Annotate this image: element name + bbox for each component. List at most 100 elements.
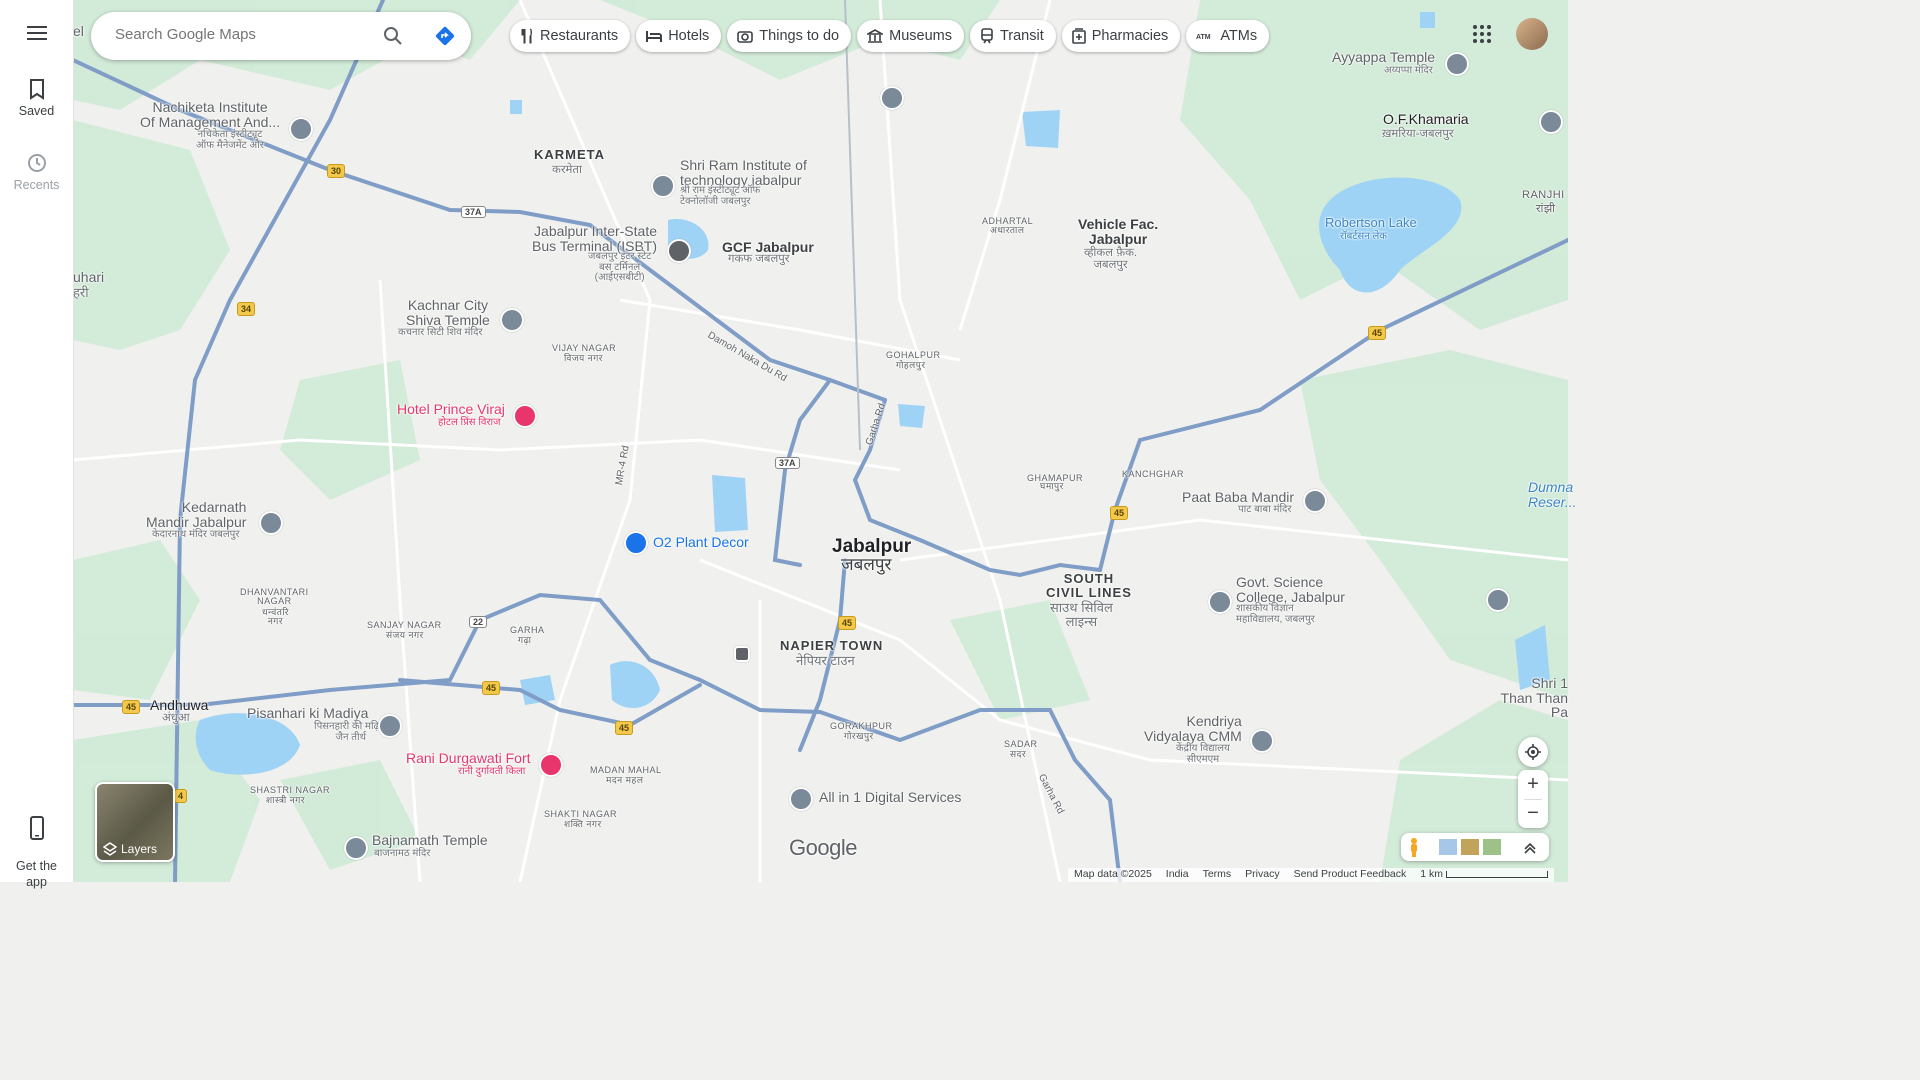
highway-shield: 30 bbox=[327, 164, 346, 178]
label-ghamapur-hi: घमापुर bbox=[1040, 481, 1064, 491]
chip-transit[interactable]: Transit bbox=[969, 20, 1056, 52]
label-robertson[interactable]: Robertson Lake bbox=[1325, 216, 1417, 230]
label-isbt[interactable]: Jabalpur Inter-State Bus Terminal (ISBT) bbox=[532, 224, 657, 254]
train-icon bbox=[981, 28, 993, 44]
avatar[interactable] bbox=[1516, 18, 1548, 50]
fort-pin-icon[interactable] bbox=[539, 753, 563, 777]
hamburger-menu-icon bbox=[26, 26, 47, 40]
label-all-in-1[interactable]: All in 1 Digital Services bbox=[819, 790, 961, 805]
label-bharthari-hi: हरी bbox=[73, 285, 89, 300]
shop-pin-icon[interactable] bbox=[624, 531, 648, 555]
my-location-button[interactable] bbox=[1518, 737, 1548, 767]
temple-pin-icon[interactable] bbox=[500, 308, 524, 332]
phone-icon bbox=[29, 815, 44, 840]
bed-icon bbox=[646, 31, 663, 42]
chip-museums[interactable]: Museums bbox=[857, 20, 964, 52]
label-paat-baba[interactable]: Paat Baba Mandir bbox=[1182, 490, 1294, 505]
scale-label[interactable]: 1 km bbox=[1420, 868, 1548, 882]
pharmacy-icon bbox=[1071, 28, 1086, 44]
highway-shield: 22 bbox=[469, 616, 488, 628]
school-pin-icon[interactable] bbox=[1539, 110, 1563, 134]
label-dumna[interactable]: Dumna Reser... bbox=[1528, 480, 1577, 510]
get-app-button[interactable]: Get the app bbox=[0, 800, 73, 891]
map-thumb-traffic[interactable] bbox=[1483, 839, 1501, 855]
label-kendriya[interactable]: Kendriya Vidyalaya CMM bbox=[1144, 714, 1242, 744]
layers-button[interactable]: Layers bbox=[95, 782, 175, 862]
google-logo: Google bbox=[789, 835, 857, 860]
highway-shield: 45 bbox=[1110, 506, 1129, 520]
school-pin-icon[interactable] bbox=[651, 174, 675, 198]
label-govt-science-hi: शासकीय विज्ञान महाविद्यालय, जबलपुर bbox=[1236, 603, 1315, 625]
label-kedarnath[interactable]: Kedarnath Mandir Jabalpur bbox=[146, 500, 246, 530]
saved-button[interactable]: Saved bbox=[0, 78, 73, 118]
temple-pin-icon[interactable] bbox=[344, 836, 368, 860]
label-nachiketa[interactable]: Nachiketa Institute Of Management And... bbox=[140, 100, 280, 130]
label-hotel-prince[interactable]: Hotel Prince Viraj bbox=[397, 402, 505, 417]
label-napier-town: NAPIER TOWN bbox=[780, 638, 884, 653]
label-ayyappa[interactable]: Ayyappa Temple bbox=[1332, 50, 1435, 65]
map-thumb-satellite[interactable] bbox=[1461, 839, 1479, 855]
directions-icon bbox=[435, 26, 455, 46]
bus-terminal-pin-icon[interactable] bbox=[667, 239, 691, 263]
label-madan-mahal-hi: मदन महल bbox=[606, 775, 644, 785]
my-location-icon bbox=[1525, 744, 1541, 760]
recents-button[interactable]: Recents bbox=[0, 152, 73, 192]
feedback-link[interactable]: Send Product Feedback bbox=[1294, 868, 1407, 882]
chip-label: Transit bbox=[999, 28, 1044, 44]
school-pin-icon[interactable] bbox=[1486, 588, 1510, 612]
apps-button[interactable] bbox=[1472, 24, 1492, 49]
school-pin-icon[interactable] bbox=[1250, 729, 1274, 753]
chip-atms[interactable]: ATM ATMs bbox=[1186, 20, 1270, 52]
label-gorakhpur-hi: गोरखपुर bbox=[844, 731, 874, 741]
temple-pin-icon[interactable] bbox=[378, 714, 402, 738]
school-pin-icon[interactable] bbox=[289, 117, 313, 141]
left-sidebar: Saved Recents Get the app bbox=[0, 0, 74, 889]
terms-link[interactable]: Terms bbox=[1203, 868, 1232, 882]
zoom-out-button[interactable]: − bbox=[1518, 799, 1548, 828]
chevron-up-icon[interactable] bbox=[1523, 840, 1537, 854]
label-o2-plant[interactable]: O2 Plant Decor bbox=[653, 535, 749, 550]
label-ofk[interactable]: O.F.Khamaria bbox=[1383, 112, 1469, 127]
bookmark-icon bbox=[29, 79, 44, 100]
highway-shield: 37A bbox=[775, 457, 800, 469]
chip-restaurants[interactable]: Restaurants bbox=[510, 20, 631, 52]
svg-text:ATM: ATM bbox=[1196, 34, 1211, 41]
label-jabalpur[interactable]: Jabalpur bbox=[832, 537, 911, 557]
label-shriram[interactable]: Shri Ram Institute of technology jabalpu… bbox=[680, 158, 807, 188]
privacy-link[interactable]: Privacy bbox=[1245, 868, 1279, 882]
label-govt-science[interactable]: Govt. Science College, Jabalpur bbox=[1236, 575, 1345, 605]
temple-pin-icon[interactable] bbox=[259, 511, 283, 535]
temple-pin-icon[interactable] bbox=[1445, 52, 1469, 76]
directions-button[interactable] bbox=[434, 25, 456, 52]
pegman-icon[interactable] bbox=[1407, 837, 1421, 857]
bus-stop-icon[interactable] bbox=[734, 646, 750, 662]
zoom-in-button[interactable]: + bbox=[1518, 770, 1548, 799]
map-thumb-terrain[interactable] bbox=[1439, 839, 1457, 855]
label-vehicle-fac[interactable]: Vehicle Fac. Jabalpur bbox=[1078, 217, 1158, 247]
search-input[interactable] bbox=[113, 25, 377, 44]
label-shri[interactable]: Shri 1 Than Than Pa bbox=[1480, 676, 1568, 720]
label-kachnar[interactable]: Kachnar City Shiva Temple bbox=[406, 298, 490, 328]
school-pin-icon[interactable] bbox=[880, 86, 904, 110]
label-shastri-hi: शास्त्री नगर bbox=[266, 795, 305, 805]
label-rani-durgawati[interactable]: Rani Durgawati Fort bbox=[406, 751, 531, 766]
chip-things-to-do[interactable]: Things to do bbox=[727, 20, 852, 52]
school-pin-icon[interactable] bbox=[1208, 590, 1232, 614]
country-link[interactable]: India bbox=[1166, 868, 1189, 882]
temple-pin-icon[interactable] bbox=[1303, 489, 1327, 513]
label-sadar-hi: सदर bbox=[1010, 749, 1027, 759]
label-dhanvantari-hi: धन्वंतरि नगर bbox=[262, 607, 289, 627]
label-ranjhi-hi: रांझी bbox=[1536, 203, 1556, 215]
search-button[interactable] bbox=[383, 26, 403, 51]
chip-pharmacies[interactable]: Pharmacies bbox=[1061, 20, 1181, 52]
label-bajnamath[interactable]: Bajnamath Temple bbox=[372, 833, 488, 848]
service-pin-icon[interactable] bbox=[789, 787, 813, 811]
label-rani-durgawati-hi: रानी दुर्गावती किला bbox=[458, 766, 526, 777]
hotel-pin-icon[interactable] bbox=[513, 404, 537, 428]
highway-shield: 45 bbox=[482, 681, 501, 695]
label-pisanhari[interactable]: Pisanhari ki Madiya bbox=[247, 706, 368, 721]
label-andhuwa[interactable]: Andhuwa bbox=[150, 698, 208, 713]
search-box bbox=[91, 12, 471, 60]
menu-button[interactable] bbox=[0, 24, 73, 46]
chip-hotels[interactable]: Hotels bbox=[636, 20, 722, 52]
